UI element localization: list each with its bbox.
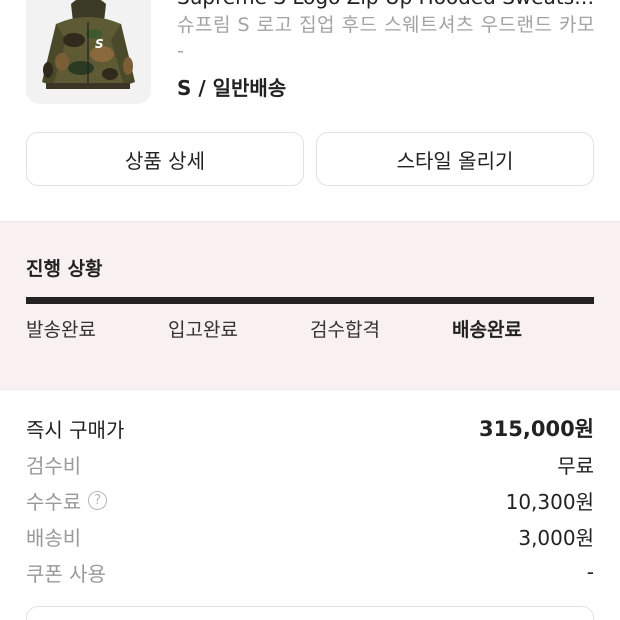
price-row-commission: 수수료 ? 10,300원 bbox=[26, 485, 594, 515]
commission-value: 10,300원 bbox=[505, 489, 594, 514]
bottom-button-partial[interactable] bbox=[26, 606, 594, 620]
buy-now-label: 즉시 구매가 bbox=[26, 417, 125, 442]
step-delivered: 배송완료 bbox=[452, 319, 522, 341]
product-detail-button[interactable]: 상품 상세 bbox=[26, 132, 304, 186]
price-row-coupon: 쿠폰 사용 - bbox=[26, 557, 594, 587]
progress-title: 진행 상황 bbox=[26, 258, 103, 280]
price-row-shipping: 배송비 3,000원 bbox=[26, 521, 594, 551]
commission-label: 수수료 bbox=[26, 489, 82, 514]
step-shipped: 발송완료 bbox=[26, 319, 96, 341]
price-row-buy-now: 즉시 구매가 315,000원 bbox=[26, 413, 594, 443]
progress-bar bbox=[26, 297, 594, 304]
product-image[interactable]: S bbox=[26, 0, 151, 104]
coupon-label: 쿠폰 사용 bbox=[26, 561, 106, 586]
order-detail-page: S Supreme S Logo Zip Up Hooded Sweatshir… bbox=[0, 0, 620, 620]
commission-label-group: 수수료 ? bbox=[26, 486, 108, 515]
camo-hoodie-image: S bbox=[26, 0, 151, 104]
step-received: 입고완료 bbox=[168, 319, 238, 341]
progress-fill bbox=[26, 297, 594, 304]
question-circle-icon[interactable]: ? bbox=[88, 490, 108, 510]
step-inspection-passed: 검수합격 bbox=[310, 319, 380, 341]
price-row-inspection: 검수비 무료 bbox=[26, 449, 594, 479]
post-style-button[interactable]: 스타일 올리기 bbox=[316, 132, 594, 186]
shipping-fee-label: 배송비 bbox=[26, 525, 82, 550]
inspection-fee-value: 무료 bbox=[557, 453, 594, 478]
product-subtitle: 슈프림 S 로고 집업 후드 스웨트셔츠 우드랜드 카모 bbox=[177, 14, 595, 36]
product-title: Supreme S Logo Zip Up Hooded Sweatshirt … bbox=[177, 0, 597, 10]
buy-now-value: 315,000원 bbox=[479, 417, 594, 441]
shipping-fee-value: 3,000원 bbox=[518, 525, 594, 550]
progress-section: 진행 상황 발송완료 입고완료 검수합격 배송완료 bbox=[0, 221, 620, 390]
coupon-value: - bbox=[586, 560, 594, 584]
product-option: S / 일반배송 bbox=[177, 76, 287, 100]
inspection-fee-label: 검수비 bbox=[26, 453, 82, 478]
product-subtitle-continued: - bbox=[177, 40, 184, 62]
svg-text:S: S bbox=[95, 37, 104, 51]
